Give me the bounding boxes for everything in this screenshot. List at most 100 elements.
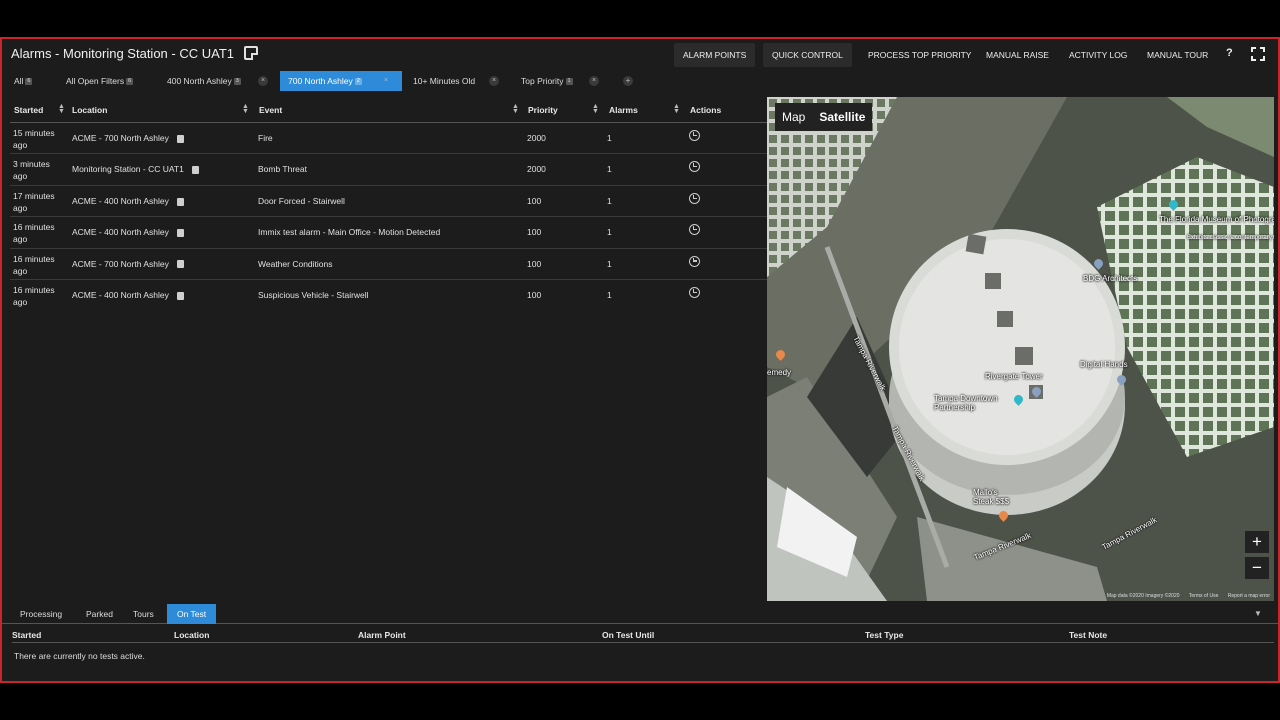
close-icon[interactable]: × bbox=[258, 76, 268, 86]
started-cell: 16 minutes ago bbox=[13, 222, 55, 245]
tab-400-north-ashley[interactable]: 400 North Ashley 3 bbox=[164, 71, 244, 91]
location-text: Monitoring Station - CC UAT1 bbox=[72, 164, 184, 175]
priority-cell: 2000 bbox=[527, 164, 546, 175]
sort-icon[interactable]: ▲ ▼ bbox=[58, 103, 65, 115]
column-header-location[interactable]: Location bbox=[174, 630, 209, 640]
map-label-mallos: Mallo's Steak $$$ bbox=[973, 488, 1010, 506]
map-type-map-button[interactable]: Map bbox=[775, 103, 812, 131]
clock-icon[interactable] bbox=[689, 286, 700, 298]
location-cell: ACME - 400 North Ashley bbox=[72, 227, 184, 237]
event-cell: Suspicious Vehicle - Stairwell bbox=[258, 289, 369, 300]
column-header-location[interactable]: Location bbox=[72, 105, 107, 115]
alarm-points-button[interactable]: ALARM POINTS bbox=[674, 43, 756, 67]
map-label-edge: emedy bbox=[767, 368, 792, 377]
location-text: ACME - 700 North Ashley bbox=[72, 258, 169, 269]
tab-label: 700 North Ashley bbox=[288, 76, 353, 86]
activity-log-button[interactable]: ACTIVITY LOG bbox=[1060, 43, 1136, 67]
location-cell: ACME - 400 North Ashley bbox=[72, 290, 184, 300]
table-row[interactable]: 16 minutes ago ACME - 700 North Ashley W… bbox=[10, 249, 768, 280]
table-row[interactable]: 16 minutes ago ACME - 400 North Ashley S… bbox=[10, 280, 768, 311]
table-row[interactable]: 16 minutes ago ACME - 400 North Ashley I… bbox=[10, 217, 768, 249]
zoom-out-button[interactable]: − bbox=[1245, 557, 1269, 579]
count-badge: 3 bbox=[233, 78, 241, 86]
terms-link[interactable]: Terms of Use bbox=[1189, 593, 1218, 599]
map-label-tampa-downtown: Tampa Downtown Partnership bbox=[934, 394, 998, 412]
priority-cell: 2000 bbox=[527, 133, 546, 143]
zoom-in-button[interactable]: + bbox=[1245, 531, 1269, 553]
note-icon[interactable] bbox=[176, 291, 184, 300]
event-cell: Immix test alarm - Main Office - Motion … bbox=[258, 227, 441, 238]
column-header-alarms[interactable]: Alarms bbox=[609, 105, 638, 115]
note-icon[interactable] bbox=[176, 260, 184, 269]
column-header-started[interactable]: Started bbox=[12, 630, 41, 640]
quick-control-button[interactable]: QUICK CONTROL bbox=[763, 43, 852, 67]
column-header-test-type[interactable]: Test Type bbox=[865, 630, 903, 640]
table-row[interactable]: 17 minutes ago ACME - 400 North Ashley D… bbox=[10, 186, 768, 218]
sort-icon[interactable]: ▲ ▼ bbox=[242, 103, 249, 115]
map-label-museum: The Florida Museum of Photographic Arts bbox=[1159, 215, 1274, 224]
tab-top-priority[interactable]: Top Priority 1 bbox=[518, 71, 576, 91]
note-icon[interactable] bbox=[176, 134, 184, 143]
satellite-map[interactable]: Map Satellite The Florida Museum of Phot… bbox=[767, 97, 1274, 601]
tab-on-test[interactable]: On Test bbox=[167, 604, 217, 624]
manual-raise-button[interactable]: MANUAL RAISE bbox=[977, 43, 1058, 67]
sort-icon[interactable]: ▲ ▼ bbox=[673, 103, 680, 115]
note-icon[interactable] bbox=[244, 46, 258, 60]
column-header-on-test-until[interactable]: On Test Until bbox=[602, 630, 654, 640]
table-row[interactable]: 15 minutes ago ACME - 700 North Ashley F… bbox=[10, 123, 768, 155]
clock-icon[interactable] bbox=[689, 130, 700, 141]
map-label-museum-sub: Exhibits classic & contemporary works bbox=[1187, 235, 1274, 241]
column-header-alarm-point[interactable]: Alarm Point bbox=[358, 630, 406, 640]
alarms-cell: 1 bbox=[607, 195, 612, 206]
map-type-satellite-button[interactable]: Satellite bbox=[812, 103, 872, 131]
clock-icon[interactable] bbox=[689, 255, 700, 267]
sort-icon[interactable]: ▲ ▼ bbox=[592, 103, 599, 115]
column-header-started[interactable]: Started bbox=[14, 105, 43, 115]
fullscreen-icon[interactable] bbox=[1251, 47, 1265, 61]
column-header-test-note[interactable]: Test Note bbox=[1069, 630, 1107, 640]
alarms-cell: 1 bbox=[607, 289, 612, 300]
tab-parked[interactable]: Parked bbox=[76, 604, 123, 624]
clock-icon[interactable] bbox=[689, 224, 700, 236]
map-label-digital-hands: Digital Hands bbox=[1080, 360, 1128, 369]
sort-icon[interactable]: ▲ ▼ bbox=[512, 103, 519, 115]
filter-tabs: All 6 All Open Filters 6 400 North Ashley 3… bbox=[2, 71, 768, 91]
manual-tour-button[interactable]: MANUAL TOUR bbox=[1138, 43, 1217, 67]
clock-icon[interactable] bbox=[689, 161, 700, 173]
alarms-cell: 1 bbox=[607, 164, 612, 175]
table-header: Started Location Alarm Point On Test Unt… bbox=[12, 629, 1274, 643]
close-icon[interactable]: × bbox=[381, 76, 391, 86]
alarm-table: Started ▲ ▼ Location ▲ ▼ Event ▲ ▼ Priority… bbox=[10, 99, 768, 311]
location-cell: ACME - 400 North Ashley bbox=[72, 196, 184, 206]
tab-label: Top Priority bbox=[521, 76, 564, 86]
tab-processing[interactable]: Processing bbox=[10, 604, 72, 624]
note-icon[interactable] bbox=[191, 166, 199, 175]
tab-10-minutes-old[interactable]: 10+ Minutes Old bbox=[410, 71, 478, 91]
report-error-link[interactable]: Report a map error bbox=[1228, 593, 1270, 599]
tab-tours[interactable]: Tours bbox=[123, 604, 164, 624]
clock-icon[interactable] bbox=[689, 192, 700, 204]
help-icon[interactable]: ? bbox=[1226, 47, 1233, 59]
location-text: ACME - 400 North Ashley bbox=[72, 289, 169, 300]
bottom-tabs: Processing Parked Tours On Test ▼ bbox=[2, 604, 1278, 624]
alarms-cell: 1 bbox=[607, 258, 612, 269]
process-top-priority-button[interactable]: PROCESS TOP PRIORITY bbox=[859, 43, 980, 67]
event-cell: Bomb Threat bbox=[258, 164, 307, 175]
close-icon[interactable]: × bbox=[489, 76, 499, 86]
tab-all[interactable]: All 6 bbox=[11, 71, 35, 91]
close-icon[interactable]: × bbox=[589, 76, 599, 86]
tab-all-open-filters[interactable]: All Open Filters 6 bbox=[63, 71, 136, 91]
column-header-event[interactable]: Event bbox=[259, 105, 282, 115]
note-icon[interactable] bbox=[176, 197, 184, 206]
map-label-rivergate: Rivergate Tower bbox=[985, 372, 1043, 381]
column-header-priority[interactable]: Priority bbox=[528, 105, 558, 115]
map-type-toggle: Map Satellite bbox=[775, 103, 873, 131]
priority-cell: 100 bbox=[527, 258, 542, 269]
add-icon[interactable]: + bbox=[623, 76, 633, 86]
table-row[interactable]: 3 minutes ago Monitoring Station - CC UA… bbox=[10, 154, 768, 186]
location-text: ACME - 400 North Ashley bbox=[72, 227, 169, 238]
location-text: ACME - 700 North Ashley bbox=[72, 133, 169, 143]
note-icon[interactable] bbox=[176, 228, 184, 237]
chevron-down-icon[interactable]: ▼ bbox=[1254, 609, 1262, 618]
tab-label: 10+ Minutes Old bbox=[413, 76, 476, 86]
